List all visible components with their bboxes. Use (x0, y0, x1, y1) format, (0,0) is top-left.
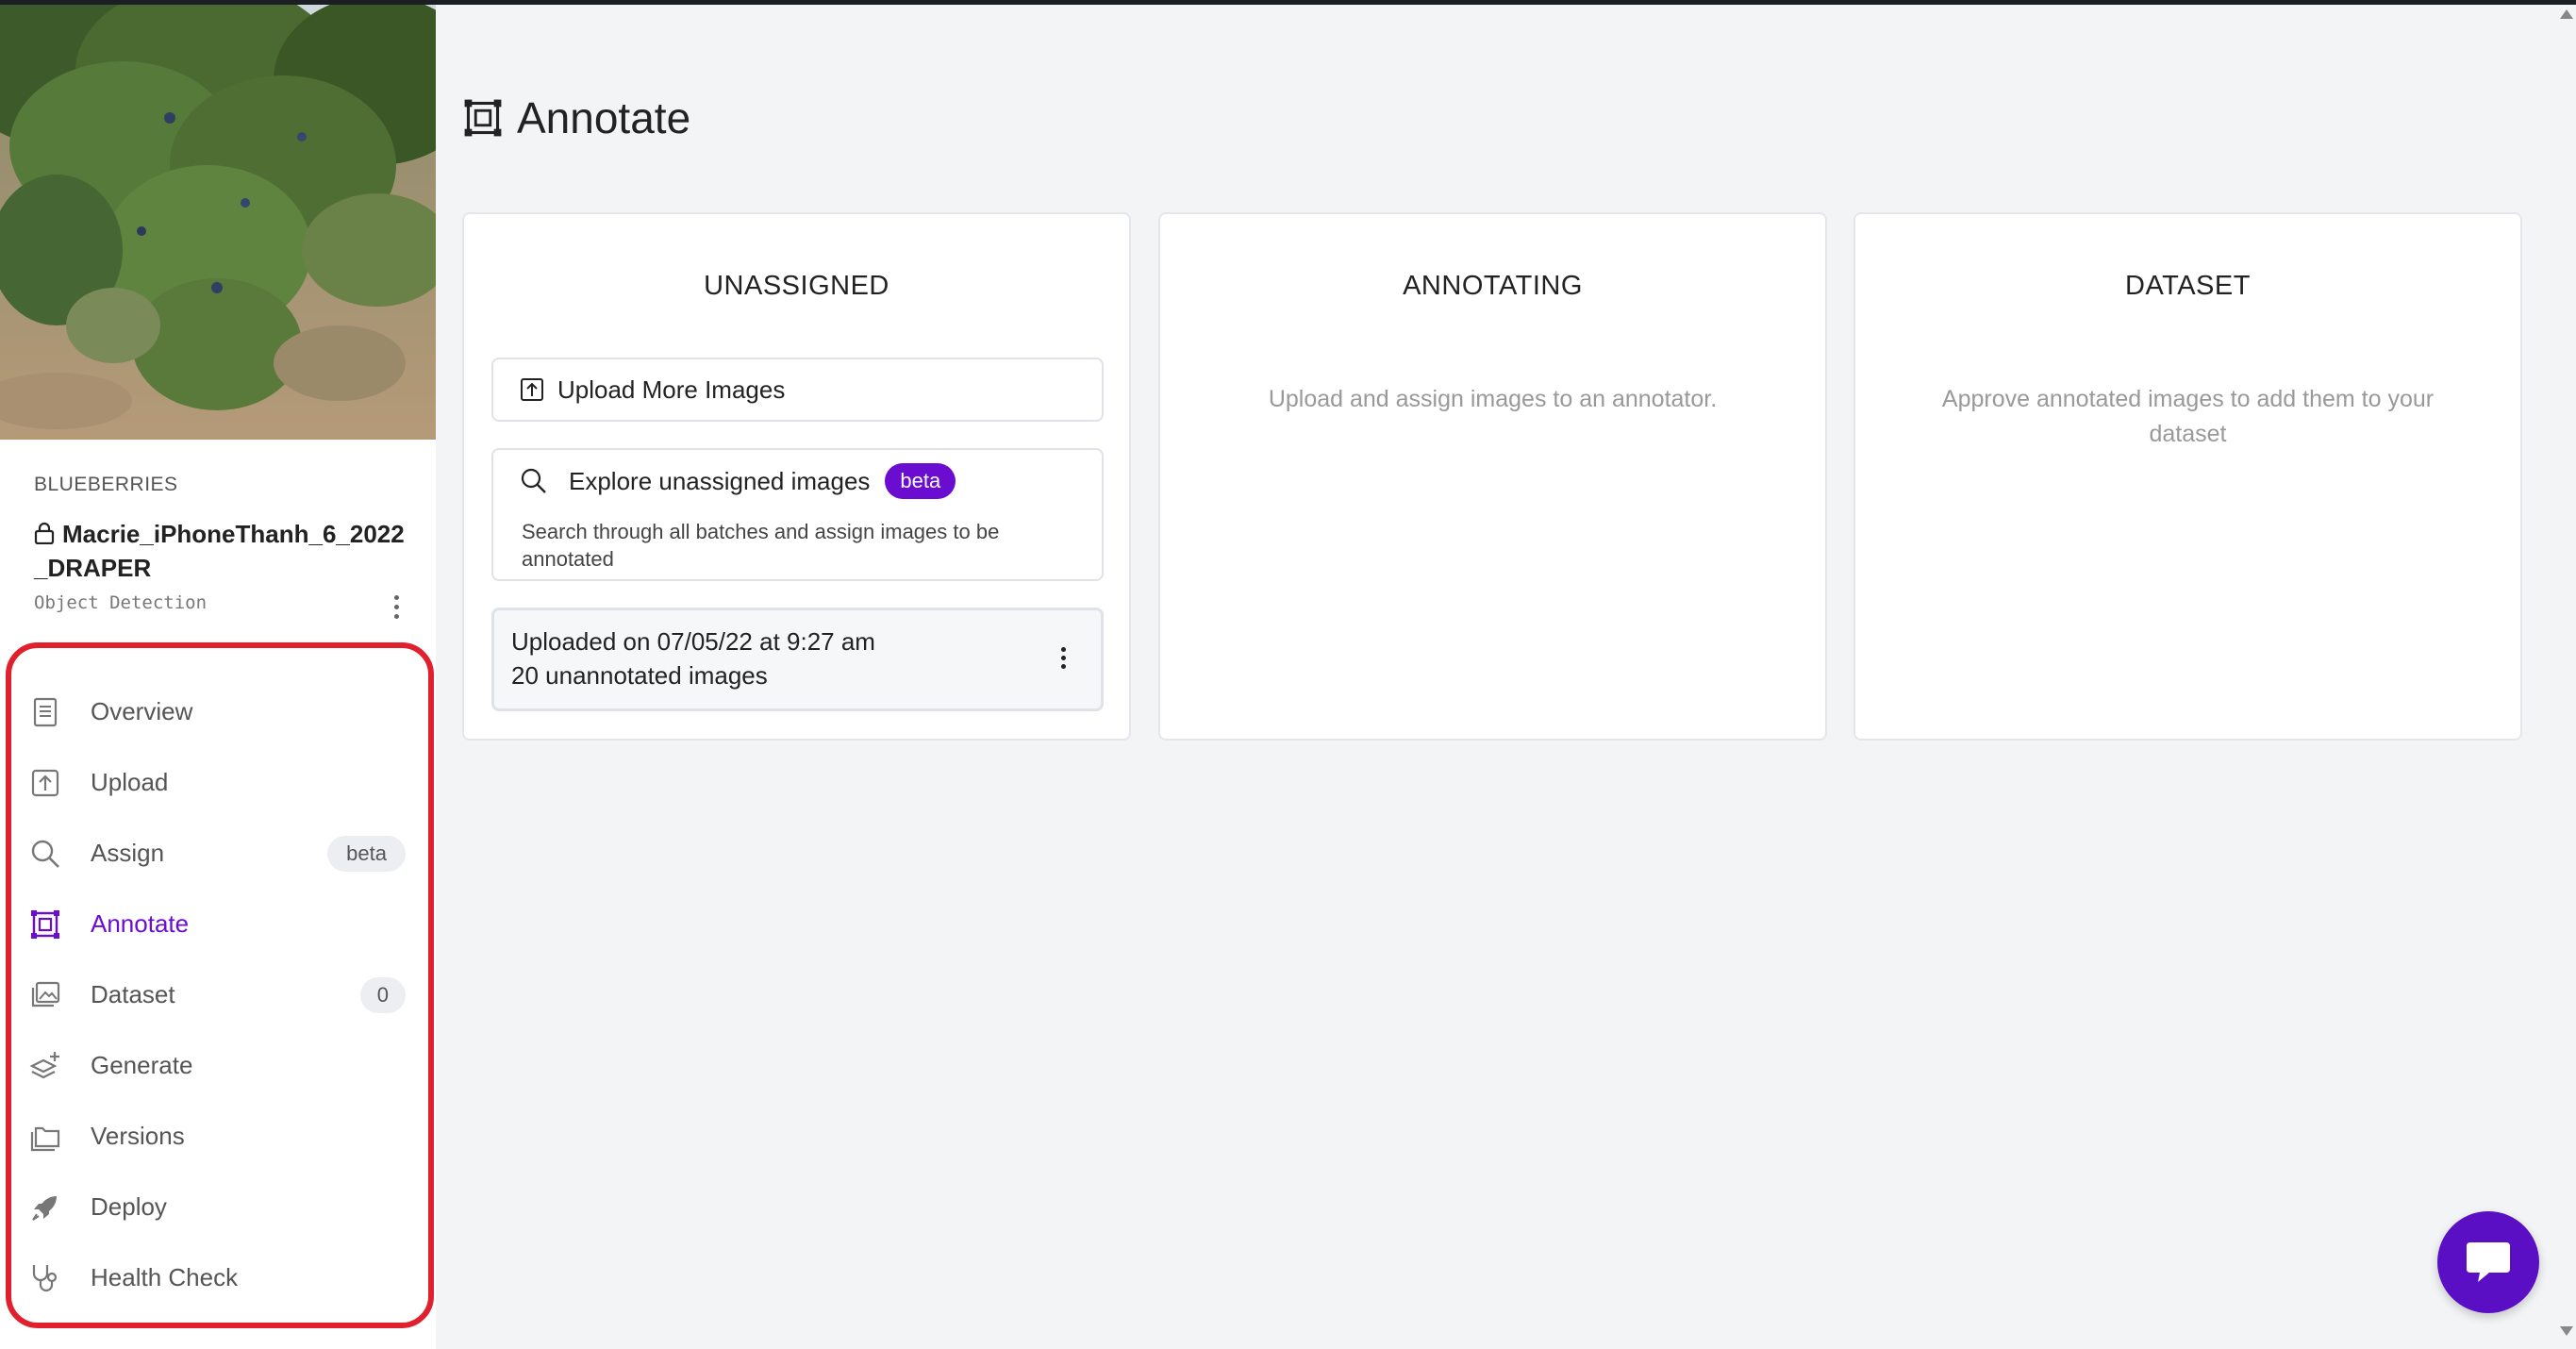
explore-unassigned-images[interactable]: Explore unassigned images beta Search th… (491, 448, 1104, 581)
beta-badge: beta (327, 835, 406, 872)
workspace-name: BLUEBERRIES (34, 474, 178, 495)
sidebar-item-label: Health Check (91, 1263, 239, 1291)
sidebar-item-label: Assign (91, 839, 165, 867)
unassigned-column: UNASSIGNED Upload More Images Explore un… (462, 212, 1131, 741)
sidebar-item-label: Annotate (91, 909, 190, 938)
annotating-empty-message: Upload and assign images to an annotator… (1268, 386, 1718, 412)
layers-plus-icon (28, 1049, 62, 1083)
sidebar-item-upload[interactable]: Upload (21, 747, 417, 818)
beta-badge: beta (885, 463, 956, 499)
sidebar-item-label: Versions (91, 1122, 185, 1150)
annotating-column: ANNOTATING Upload and assign images to a… (1158, 212, 1827, 741)
sidebar-item-label: Overview (91, 697, 193, 725)
project-thumbnail (0, 5, 436, 440)
chat-bubble-icon (2467, 1242, 2510, 1282)
explore-header: Explore unassigned images beta (520, 463, 956, 499)
column-title: DATASET (2125, 271, 2251, 301)
project-name: Macrie_iPhoneThanh_6_2022_DRAPER (34, 520, 405, 582)
sidebar-item-dataset[interactable]: Dataset 0 (21, 959, 417, 1030)
sidebar-item-health-check[interactable]: Health Check (21, 1242, 417, 1313)
upload-more-images-label: Upload More Images (557, 375, 786, 404)
chat-button[interactable] (2437, 1211, 2539, 1313)
dataset-count-badge: 0 (359, 976, 406, 1013)
column-title: ANNOTATING (1403, 271, 1583, 301)
column-title: UNASSIGNED (704, 271, 889, 301)
sidebar-item-label: Deploy (91, 1192, 167, 1221)
upload-more-images-button[interactable]: Upload More Images (491, 358, 1104, 422)
sidebar-item-label: Upload (91, 768, 169, 796)
dataset-empty-message: Approve annotated images to add them to … (1941, 386, 2435, 447)
batch-menu-icon[interactable] (1054, 642, 1072, 673)
sidebar-item-label: Dataset (91, 980, 175, 1008)
batch-card[interactable]: Uploaded on 07/05/22 at 9:27 am 20 unann… (491, 608, 1104, 711)
scroll-up-arrow-icon[interactable] (2558, 8, 2575, 21)
rocket-icon (28, 1191, 62, 1224)
sidebar-item-versions[interactable]: Versions (21, 1101, 417, 1172)
document-icon (28, 695, 62, 729)
project-title: Macrie_iPhoneThanh_6_2022_DRAPER (34, 517, 411, 585)
explore-description: Search through all batches and assign im… (522, 520, 1000, 571)
lock-icon (34, 522, 55, 544)
sidebar-item-deploy[interactable]: Deploy (21, 1172, 417, 1242)
search-icon (28, 837, 62, 871)
annotate-icon (464, 99, 502, 137)
blueberry-field-image (0, 5, 436, 440)
dataset-column: DATASET Approve annotated images to add … (1853, 212, 2522, 741)
annotate-icon (28, 908, 62, 941)
images-icon (28, 978, 62, 1012)
sidebar-item-annotate[interactable]: Annotate (21, 889, 417, 959)
batch-image-count: 20 unannotated images (511, 661, 768, 690)
sidebar-item-label: Generate (91, 1051, 193, 1079)
sidebar-nav: Overview Upload Assign beta Annotate Dat… (21, 676, 417, 1313)
folders-icon (28, 1120, 62, 1154)
scroll-down-arrow-icon[interactable] (2558, 1324, 2575, 1338)
project-type: Object Detection (34, 592, 208, 613)
stethoscope-icon (28, 1261, 62, 1295)
upload-icon (521, 378, 543, 401)
project-menu-icon[interactable] (382, 590, 410, 624)
page-title: Annotate (462, 92, 690, 143)
sidebar-item-assign[interactable]: Assign beta (21, 818, 417, 889)
sidebar: BLUEBERRIES Macrie_iPhoneThanh_6_2022_DR… (0, 5, 436, 1349)
sidebar-item-overview[interactable]: Overview (21, 676, 417, 747)
project-meta: BLUEBERRIES Macrie_iPhoneThanh_6_2022_DR… (34, 474, 411, 613)
search-icon (521, 468, 546, 493)
batch-upload-date: Uploaded on 07/05/22 at 9:27 am (511, 627, 875, 656)
page-title-text: Annotate (517, 93, 691, 142)
sidebar-item-generate[interactable]: Generate (21, 1030, 417, 1101)
upload-icon (28, 766, 62, 800)
explore-title: Explore unassigned images (569, 466, 871, 495)
